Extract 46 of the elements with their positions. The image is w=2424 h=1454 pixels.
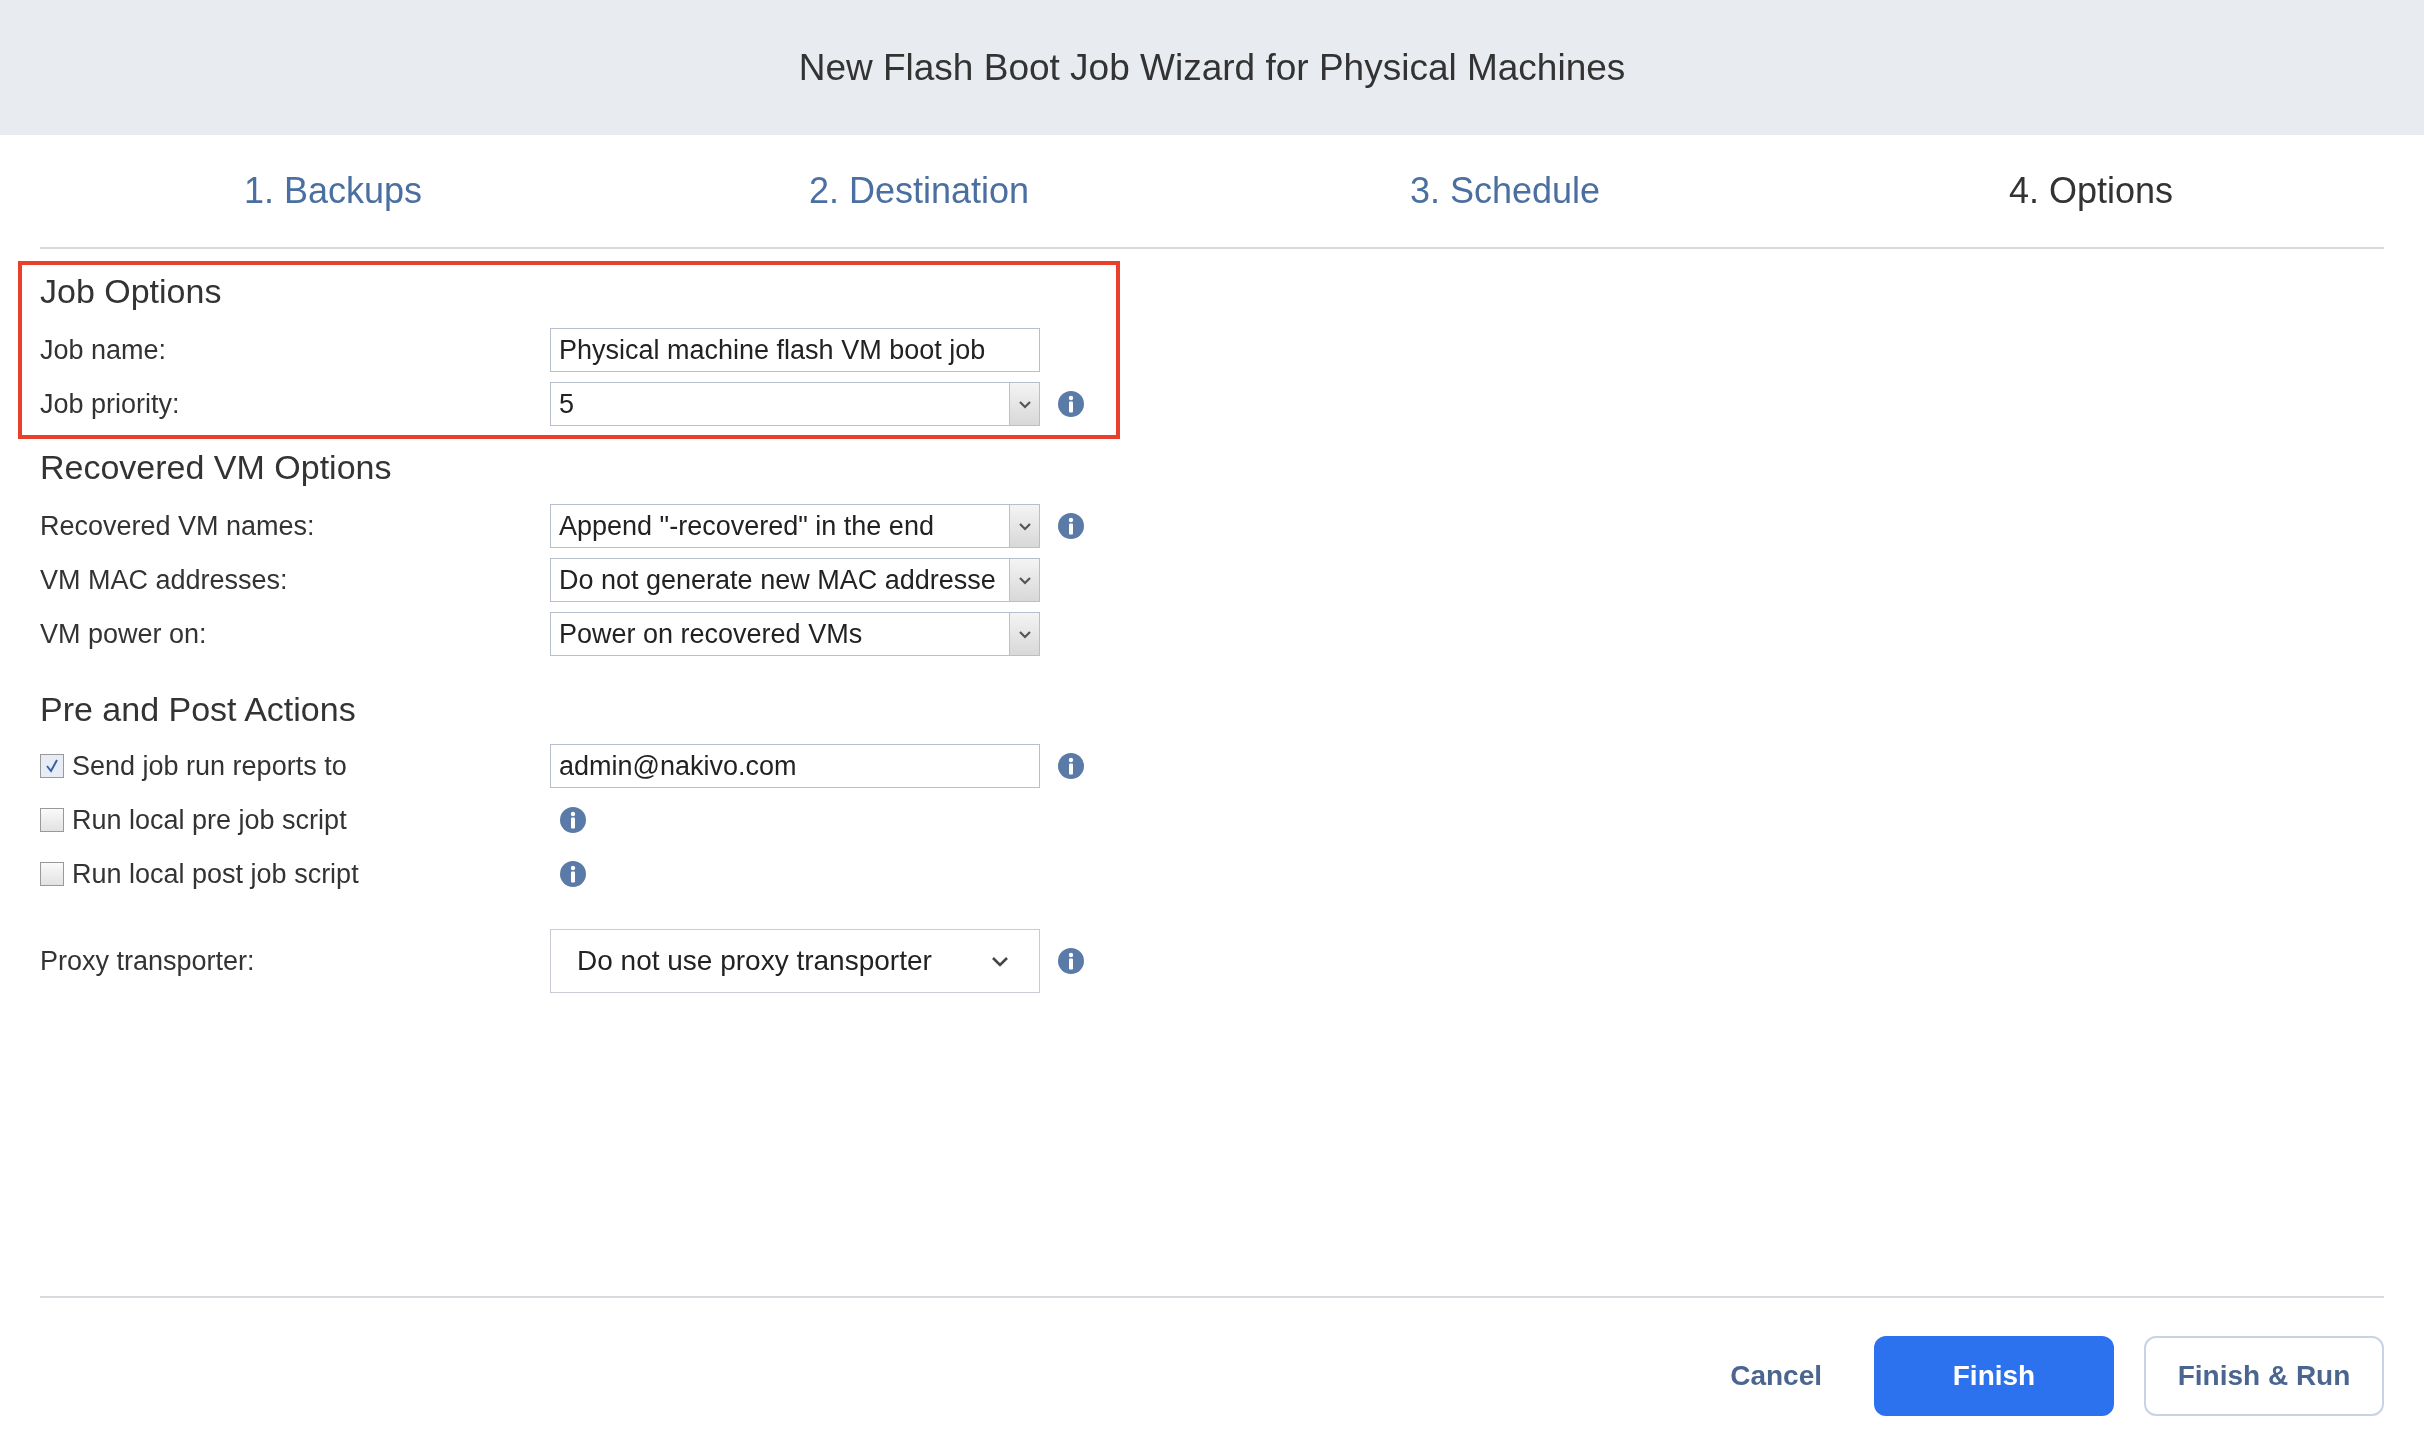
info-icon[interactable] (1057, 512, 1085, 540)
field-label: VM power on: (40, 618, 207, 649)
checkbox[interactable] (40, 808, 64, 832)
info-icon[interactable] (1057, 390, 1085, 418)
field-label: Job name: (40, 334, 167, 365)
chevron-down-icon (1017, 521, 1032, 531)
action-button[interactable]: Finish & Run (2144, 1336, 2384, 1416)
section-heading: Job Options (40, 271, 222, 312)
chevron-down-icon (1017, 629, 1032, 639)
wizard-tab[interactable]: 4. Options (2008, 164, 2174, 218)
field-label: Proxy transporter: (40, 945, 255, 976)
info-icon[interactable] (559, 860, 587, 888)
cancel-link[interactable]: Cancel (1708, 1336, 1844, 1416)
window-title: New Flash Boot Job Wizard for Physical Machines (798, 45, 1626, 90)
field-label: Job priority: (40, 388, 180, 419)
dropdown-arrow-button[interactable] (1009, 505, 1039, 547)
dropdown-arrow-button[interactable] (1009, 559, 1039, 601)
text-field[interactable]: admin@nakivo.com (550, 744, 1040, 788)
select-field[interactable]: 5 (550, 382, 1040, 426)
checkmark-icon (44, 758, 60, 774)
chevron-down-icon (1017, 575, 1032, 585)
field-label: Send job run reports to (72, 749, 347, 783)
checkbox[interactable] (40, 862, 64, 886)
dropdown-arrow-button[interactable] (1009, 613, 1039, 655)
text-field[interactable]: Physical machine flash VM boot job (550, 328, 1040, 372)
field-label: VM MAC addresses: (40, 564, 288, 595)
chevron-down-icon (991, 955, 1009, 967)
info-icon[interactable] (559, 806, 587, 834)
section-heading: Pre and Post Actions (40, 689, 356, 730)
select-field[interactable]: Append "-recovered" in the end (550, 504, 1040, 548)
chevron-down-icon (1017, 399, 1032, 409)
info-icon[interactable] (1057, 752, 1085, 780)
wizard-tab[interactable]: 3. Schedule (1409, 164, 1601, 218)
select-field[interactable]: Do not use proxy transporter (550, 929, 1040, 993)
info-icon[interactable] (1057, 947, 1085, 975)
field-label: Recovered VM names: (40, 510, 315, 541)
field-label: Run local pre job script (72, 803, 347, 837)
select-field[interactable]: Power on recovered VMs (550, 612, 1040, 656)
checkbox[interactable] (40, 754, 64, 778)
dropdown-arrow-button[interactable] (1009, 383, 1039, 425)
section-heading: Recovered VM Options (40, 447, 392, 488)
action-button[interactable]: Finish (1874, 1336, 2114, 1416)
field-label: Run local post job script (72, 857, 359, 891)
wizard-tab[interactable]: 1. Backups (243, 164, 423, 218)
select-field[interactable]: Do not generate new MAC addresse (550, 558, 1040, 602)
wizard-tab[interactable]: 2. Destination (808, 164, 1030, 218)
